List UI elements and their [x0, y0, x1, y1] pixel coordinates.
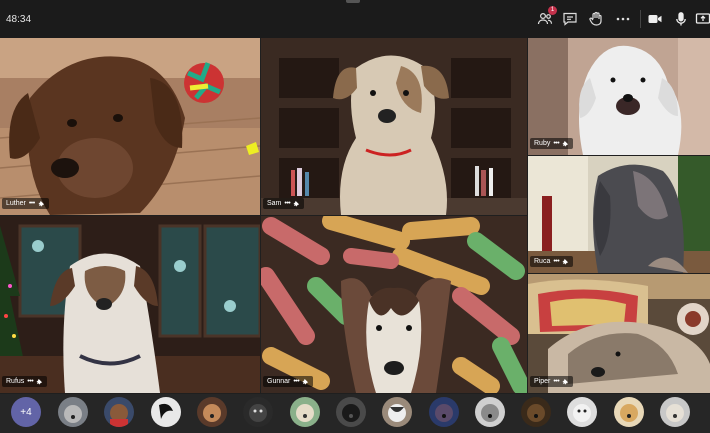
participant-avatar[interactable]	[104, 397, 134, 427]
tile-more-options-icon[interactable]: •••	[27, 378, 33, 385]
participant-avatar[interactable]	[243, 397, 273, 427]
video-tile-piper[interactable]: Piper •••	[528, 274, 710, 393]
participant-nametag: Luther •••	[2, 198, 49, 209]
participant-avatar[interactable]	[614, 397, 644, 427]
drag-handle[interactable]	[346, 0, 360, 3]
tile-more-options-icon[interactable]: •••	[553, 378, 559, 385]
video-tile-sam[interactable]: Sam •••	[261, 38, 527, 215]
participant-avatar[interactable]	[151, 397, 181, 427]
pin-icon[interactable]	[562, 258, 569, 265]
more-participants-button[interactable]: +4	[11, 397, 41, 427]
dog-avatar-icon	[614, 397, 644, 427]
participants-badge: 1	[548, 6, 557, 15]
share-button[interactable]	[693, 9, 710, 29]
participant-name: Sam	[267, 200, 282, 207]
participants-button[interactable]: 1	[535, 6, 557, 29]
participant-avatar[interactable]	[197, 397, 227, 427]
camera-button[interactable]	[645, 9, 665, 29]
participant-name: Rufus	[6, 378, 25, 385]
participant-avatar[interactable]	[58, 397, 88, 427]
toolbar-divider	[640, 10, 641, 28]
chat-button[interactable]	[560, 9, 580, 29]
video-tile-rufus[interactable]: Rufus •••	[0, 216, 260, 393]
participant-avatar[interactable]	[475, 397, 505, 427]
mic-button[interactable]	[671, 9, 691, 29]
pin-icon[interactable]	[293, 200, 300, 207]
dog-video-feed	[0, 216, 260, 393]
participant-avatar[interactable]	[429, 397, 459, 427]
participant-name: Piper	[534, 378, 551, 385]
participant-avatar[interactable]	[336, 397, 366, 427]
dog-avatar-icon	[290, 397, 320, 427]
pin-icon[interactable]	[302, 378, 309, 385]
dog-avatar-icon	[567, 397, 597, 427]
dog-video-feed	[0, 38, 260, 215]
participant-nametag: Ruby •••	[530, 138, 574, 149]
participant-avatar[interactable]	[660, 397, 690, 427]
raise-hand-icon	[589, 11, 602, 26]
raise-hand-button[interactable]	[586, 9, 606, 29]
participant-nametag: Sam •••	[263, 198, 305, 209]
dog-avatar-icon	[58, 397, 88, 427]
dog-avatar-icon	[197, 397, 227, 427]
pin-icon[interactable]	[562, 140, 569, 147]
participant-nametag: Rufus •••	[2, 376, 48, 387]
dog-avatar-icon	[475, 397, 505, 427]
pin-icon[interactable]	[562, 378, 569, 385]
participant-name: Ruby	[534, 140, 551, 147]
dog-avatar-icon	[336, 397, 366, 427]
dog-avatar-icon	[429, 397, 459, 427]
meeting-timer: 48:34	[6, 14, 32, 25]
participant-nametag: Piper •••	[530, 376, 574, 387]
pin-icon[interactable]	[36, 378, 43, 385]
more-options-icon	[616, 17, 630, 21]
video-tile-ruca[interactable]: Ruca •••	[528, 156, 710, 273]
participant-avatar[interactable]	[521, 397, 551, 427]
participant-avatar[interactable]	[290, 397, 320, 427]
participant-nametag: Ruca •••	[530, 256, 574, 267]
participant-nametag: Gunnar •••	[263, 376, 314, 387]
dog-avatar-icon	[104, 397, 134, 427]
dog-video-feed	[261, 38, 527, 215]
mic-icon	[676, 12, 686, 26]
tile-more-options-icon[interactable]: •••	[553, 258, 559, 265]
chat-icon	[563, 12, 577, 26]
participant-name: Gunnar	[267, 378, 291, 385]
share-icon	[695, 13, 710, 24]
video-tile-ruby[interactable]: Ruby •••	[528, 38, 710, 155]
dog-avatar-icon	[382, 397, 412, 427]
meeting-top-bar: 48:34 1	[0, 0, 710, 38]
tile-more-options-icon[interactable]: •••	[284, 200, 290, 207]
dog-video-feed	[261, 216, 527, 393]
dog-avatar-icon	[660, 397, 690, 427]
tile-more-options-icon[interactable]: •••	[293, 378, 299, 385]
tile-more-options-icon[interactable]: •••	[553, 140, 559, 147]
dog-avatar-icon	[151, 397, 181, 427]
dog-avatar-icon	[521, 397, 551, 427]
pin-icon[interactable]	[38, 200, 45, 207]
participant-name: Ruca	[534, 258, 551, 265]
dog-avatar-icon	[243, 397, 273, 427]
participant-strip: +4	[0, 394, 710, 433]
participant-avatar[interactable]	[382, 397, 412, 427]
more-options-button[interactable]	[613, 9, 633, 29]
camera-icon	[648, 15, 662, 23]
video-tile-luther[interactable]: Luther •••	[0, 38, 260, 215]
participant-avatar[interactable]	[567, 397, 597, 427]
tile-more-options-icon[interactable]: •••	[29, 200, 35, 207]
video-tile-gunnar[interactable]: Gunnar •••	[261, 216, 527, 393]
participant-name: Luther	[6, 200, 26, 207]
